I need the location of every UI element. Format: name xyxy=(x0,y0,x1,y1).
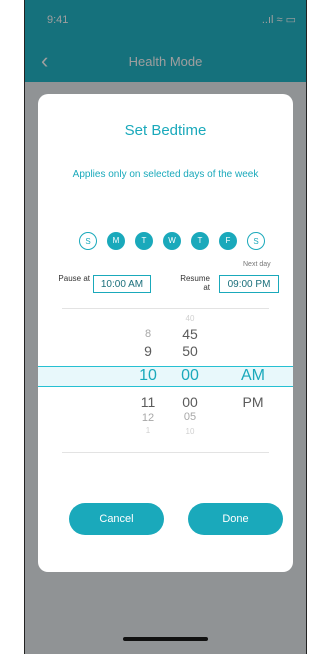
time-picker[interactable]: 8 9 10 11 12 1 40 45 50 00 00 05 10 AM P… xyxy=(38,308,293,453)
minute-option[interactable]: 40 xyxy=(165,314,215,323)
minute-option[interactable]: 50 xyxy=(165,343,215,359)
day-friday[interactable]: F xyxy=(219,232,237,250)
ampm-option[interactable]: PM xyxy=(228,394,278,410)
done-button[interactable]: Done xyxy=(188,503,283,535)
day-thursday[interactable]: T xyxy=(191,232,209,250)
day-saturday[interactable]: S xyxy=(247,232,265,250)
minute-option[interactable]: 05 xyxy=(165,411,215,423)
minute-option[interactable]: 45 xyxy=(165,326,215,342)
resume-label: Resume at xyxy=(180,274,210,292)
day-wednesday[interactable]: W xyxy=(163,232,181,250)
picker-top-line xyxy=(62,308,269,309)
picker-bottom-line xyxy=(62,452,269,453)
cancel-button[interactable]: Cancel xyxy=(69,503,164,535)
resume-time-field[interactable]: 09:00 PM xyxy=(219,275,279,293)
minute-option[interactable]: 00 xyxy=(165,394,215,410)
set-bedtime-dialog: Set Bedtime Applies only on selected day… xyxy=(38,94,293,572)
day-sunday[interactable]: S xyxy=(79,232,97,250)
dialog-subtitle: Applies only on selected days of the wee… xyxy=(72,169,259,180)
pause-time-field[interactable]: 10:00 AM xyxy=(93,275,151,293)
phone-frame: 9:41 ..ıl ≈ ▭ ‹ Health Mode Set Bedtime … xyxy=(24,0,307,654)
weekday-selector: S M T W T F S xyxy=(38,232,293,252)
next-day-label: Next day xyxy=(243,261,271,268)
home-indicator xyxy=(123,637,208,641)
minute-option[interactable]: 10 xyxy=(165,427,215,436)
minute-selected[interactable]: 00 xyxy=(165,367,215,385)
ampm-selected[interactable]: AM xyxy=(228,367,278,385)
pause-label: Pause at xyxy=(58,274,90,283)
day-tuesday[interactable]: T xyxy=(135,232,153,250)
day-monday[interactable]: M xyxy=(107,232,125,250)
dialog-title: Set Bedtime xyxy=(124,122,207,139)
